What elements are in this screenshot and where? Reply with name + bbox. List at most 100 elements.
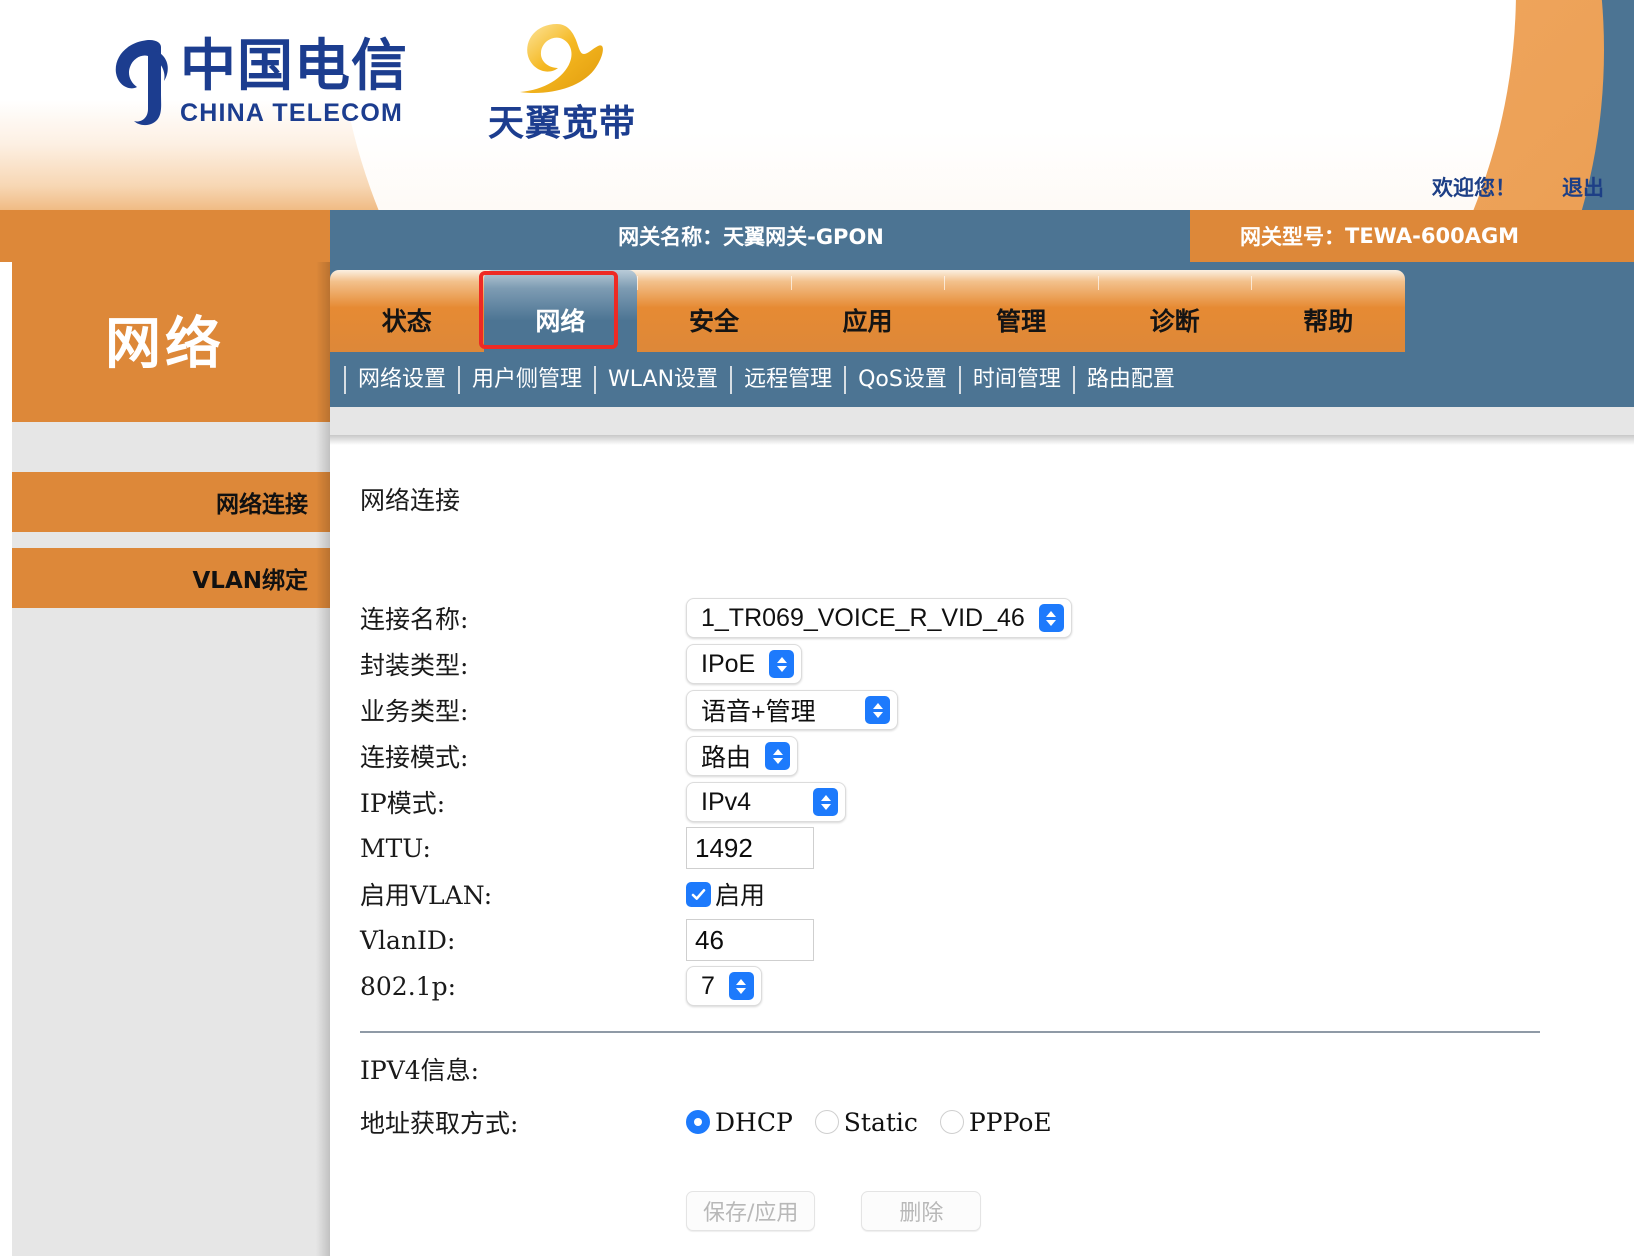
chevron-updown-icon[interactable] bbox=[769, 650, 794, 678]
encapsulation-type-value: IPoE bbox=[701, 650, 755, 679]
radio-selected-icon bbox=[686, 1110, 710, 1134]
form-row-address-mode: 地址获取方式: DHCP Static PPPoE bbox=[360, 1099, 1634, 1145]
tab-label: 状态 bbox=[382, 302, 432, 338]
subnav-item-route-config[interactable]: 路由配置 bbox=[1073, 366, 1187, 394]
form-row-mtu: MTU: bbox=[360, 825, 1634, 871]
subnav-item-wlan-settings[interactable]: WLAN设置 bbox=[594, 366, 730, 394]
form-row-dot1p: 802.1p: 7 bbox=[360, 963, 1634, 1009]
subnav-item-remote-management[interactable]: 远程管理 bbox=[730, 366, 844, 394]
form-row-encapsulation-type: 封装类型: IPoE bbox=[360, 641, 1634, 687]
label-service-type: 业务类型: bbox=[360, 692, 686, 728]
checkmark-icon bbox=[686, 882, 711, 907]
label-mtu: MTU: bbox=[360, 834, 686, 863]
service-type-value: 语音+管理 bbox=[701, 692, 816, 728]
label-connection-name: 连接名称: bbox=[360, 600, 686, 636]
chevron-updown-icon[interactable] bbox=[865, 696, 890, 724]
radio-static[interactable]: Static bbox=[815, 1108, 918, 1137]
ip-mode-value: IPv4 bbox=[701, 788, 751, 817]
china-telecom-logo: 中国电信 CHINA TELECOM bbox=[110, 37, 408, 129]
content-panel: 网络连接 连接名称: 1_TR069_VOICE_R_VID_46 封装类型: bbox=[330, 445, 1634, 1256]
subnav-label: 远程管理 bbox=[744, 367, 832, 392]
label-dot1p: 802.1p: bbox=[360, 972, 686, 1001]
welcome-bar: 欢迎您！ 退出 bbox=[1432, 172, 1604, 202]
logo-en-text: CHINA TELECOM bbox=[180, 99, 408, 128]
connection-mode-select[interactable]: 路由 bbox=[686, 736, 798, 776]
radio-static-label: Static bbox=[844, 1108, 918, 1137]
chevron-updown-icon[interactable] bbox=[1039, 604, 1064, 632]
gateway-model: 网关型号： TEWA-600AGM bbox=[1190, 210, 1634, 262]
save-apply-button[interactable]: 保存/应用 bbox=[686, 1191, 815, 1231]
gateway-name-label: 网关名称： bbox=[618, 221, 723, 251]
form-row-service-type: 业务类型: 语音+管理 bbox=[360, 687, 1634, 733]
vlan-id-input[interactable] bbox=[686, 919, 814, 961]
content-top-band bbox=[330, 407, 1634, 435]
delete-label: 删除 bbox=[899, 1195, 943, 1227]
label-address-mode: 地址获取方式: bbox=[360, 1104, 686, 1140]
radio-pppoe[interactable]: PPPoE bbox=[940, 1108, 1052, 1137]
radio-unselected-icon bbox=[815, 1110, 839, 1134]
gateway-info-strip: 网关名称： 天翼网关-GPON 网关型号： TEWA-600AGM bbox=[0, 210, 1634, 262]
tianyi-swirl-icon bbox=[502, 20, 622, 98]
gateway-name-value: 天翼网关-GPON bbox=[723, 221, 884, 251]
tab-management[interactable]: 管理 bbox=[944, 270, 1098, 352]
tab-network[interactable]: 网络 bbox=[484, 270, 638, 352]
subnav-item-user-side-management[interactable]: 用户侧管理 bbox=[458, 366, 594, 394]
tianyi-broadband-logo: 天翼宽带 bbox=[488, 20, 636, 146]
label-vlan-id: VlanID: bbox=[360, 926, 686, 955]
subnav-label: 时间管理 bbox=[973, 367, 1061, 392]
subnav-item-network-settings[interactable]: 网络设置 bbox=[344, 366, 458, 394]
dot1p-select[interactable]: 7 bbox=[686, 966, 762, 1006]
delete-button[interactable]: 删除 bbox=[861, 1191, 981, 1231]
tab-label: 管理 bbox=[996, 302, 1046, 338]
tab-label: 诊断 bbox=[1150, 302, 1200, 338]
radio-unselected-icon bbox=[940, 1110, 964, 1134]
mtu-input[interactable] bbox=[686, 827, 814, 869]
sidebar-item-label: 网络连接 bbox=[216, 485, 308, 519]
sidebar-item-vlan-binding[interactable]: VLAN绑定 bbox=[0, 548, 330, 608]
tab-status[interactable]: 状态 bbox=[330, 270, 484, 352]
subnav-item-time-management[interactable]: 时间管理 bbox=[959, 366, 1073, 394]
tab-label: 应用 bbox=[843, 302, 893, 338]
subnav-label: 路由配置 bbox=[1087, 367, 1175, 392]
label-connection-mode: 连接模式: bbox=[360, 738, 686, 774]
china-telecom-mark-icon bbox=[110, 37, 172, 129]
sidebar-item-network-connection[interactable]: 网络连接 bbox=[0, 472, 330, 532]
main-tabbar: 状态 网络 安全 应用 管理 诊断 帮助 bbox=[330, 262, 1634, 352]
page-body: 网络 网络连接 VLAN绑定 状态 网络 安全 bbox=[0, 262, 1634, 1256]
tab-label: 网络 bbox=[535, 302, 585, 338]
tab-help[interactable]: 帮助 bbox=[1251, 270, 1405, 352]
chevron-updown-icon[interactable] bbox=[729, 972, 754, 1000]
enable-vlan-checkbox[interactable]: 启用 bbox=[686, 876, 765, 912]
subnav-label: QoS设置 bbox=[858, 367, 947, 392]
main-column: 状态 网络 安全 应用 管理 诊断 帮助 bbox=[330, 262, 1634, 1256]
radio-pppoe-label: PPPoE bbox=[969, 1108, 1052, 1137]
tab-security[interactable]: 安全 bbox=[637, 270, 791, 352]
form-row-connection-name: 连接名称: 1_TR069_VOICE_R_VID_46 bbox=[360, 595, 1634, 641]
label-enable-vlan: 启用VLAN: bbox=[360, 876, 686, 912]
logout-link[interactable]: 退出 bbox=[1562, 172, 1604, 202]
subnav-label: 用户侧管理 bbox=[472, 367, 582, 392]
gateway-name: 网关名称： 天翼网关-GPON bbox=[330, 210, 1190, 262]
top-banner: 中国电信 CHINA TELECOM 天翼宽带 bbox=[0, 0, 1634, 210]
connection-mode-value: 路由 bbox=[701, 738, 751, 774]
tab-application[interactable]: 应用 bbox=[791, 270, 945, 352]
connection-name-select[interactable]: 1_TR069_VOICE_R_VID_46 bbox=[686, 598, 1072, 638]
brand-logos: 中国电信 CHINA TELECOM 天翼宽带 bbox=[110, 20, 636, 146]
chevron-updown-icon[interactable] bbox=[813, 788, 838, 816]
connection-name-value: 1_TR069_VOICE_R_VID_46 bbox=[701, 604, 1025, 633]
chevron-updown-icon[interactable] bbox=[765, 742, 790, 770]
tab-diagnostics[interactable]: 诊断 bbox=[1098, 270, 1252, 352]
ipv4-section-label: IPV4信息: bbox=[360, 1051, 1634, 1087]
save-apply-label: 保存/应用 bbox=[703, 1195, 798, 1227]
sidebar-left-edge bbox=[0, 262, 12, 1256]
sidebar-title: 网络 bbox=[0, 262, 330, 422]
dot1p-value: 7 bbox=[701, 972, 715, 1001]
gateway-model-value: TEWA-600AGM bbox=[1345, 224, 1519, 248]
radio-dhcp[interactable]: DHCP bbox=[686, 1108, 793, 1137]
encapsulation-type-select[interactable]: IPoE bbox=[686, 644, 802, 684]
gateway-model-label: 网关型号： bbox=[1240, 221, 1345, 251]
ip-mode-select[interactable]: IPv4 bbox=[686, 782, 846, 822]
subnav-item-qos-settings[interactable]: QoS设置 bbox=[844, 366, 959, 394]
welcome-text: 欢迎您！ bbox=[1432, 172, 1516, 202]
service-type-select[interactable]: 语音+管理 bbox=[686, 690, 898, 730]
